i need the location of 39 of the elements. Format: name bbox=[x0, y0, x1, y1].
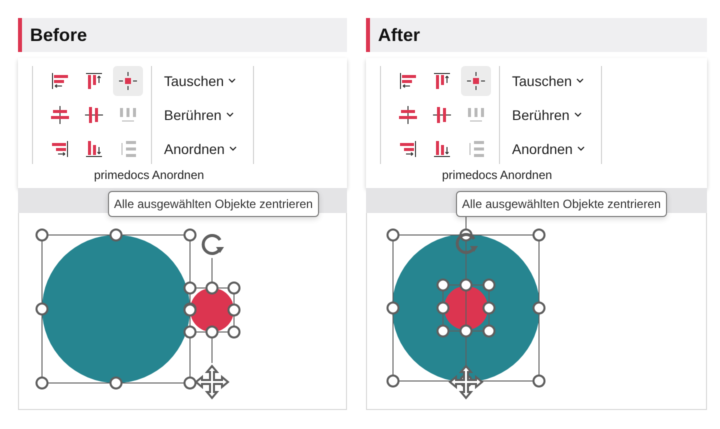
chevron-down-icon bbox=[574, 112, 582, 118]
selection-frame[interactable] bbox=[184, 282, 240, 338]
center-h-icon bbox=[398, 105, 418, 125]
dropdown-menu[interactable]: Berühren bbox=[160, 100, 241, 130]
center-v-icon bbox=[84, 105, 104, 125]
section-title: Before bbox=[30, 24, 88, 46]
align-top-icon bbox=[84, 71, 104, 91]
center-v-icon bbox=[432, 105, 452, 125]
rotate-handle-icon[interactable] bbox=[202, 234, 224, 255]
dropdown-menu[interactable]: Tauschen bbox=[508, 66, 589, 96]
center-icon bbox=[466, 71, 486, 91]
move-handle-icon[interactable] bbox=[194, 364, 230, 400]
dropdown-menu[interactable]: Anordnen bbox=[508, 134, 589, 164]
dropdown-menu[interactable]: Tauschen bbox=[160, 66, 241, 96]
chevron-down-icon bbox=[226, 112, 234, 118]
group-label: primedocs Anordnen bbox=[442, 167, 552, 184]
chevron-down-icon bbox=[576, 146, 585, 152]
align-top-icon bbox=[432, 71, 452, 91]
align-left-icon bbox=[50, 71, 70, 91]
group-label: primedocs Anordnen bbox=[94, 167, 204, 184]
dropdown-menu[interactable]: Anordnen bbox=[160, 134, 241, 164]
chevron-down-icon bbox=[576, 78, 584, 84]
rotate-handle-icon[interactable] bbox=[456, 233, 478, 254]
section-title: After bbox=[378, 24, 420, 46]
chevron-down-icon bbox=[228, 78, 236, 84]
align-left-icon bbox=[398, 71, 418, 91]
chevron-down-icon bbox=[228, 146, 237, 152]
center-h-icon bbox=[50, 105, 70, 125]
selection-frame[interactable] bbox=[436, 278, 496, 338]
tooltip: Alle ausgewählten Objekte zentrieren bbox=[108, 191, 319, 217]
move-handle-icon[interactable] bbox=[448, 364, 484, 400]
align-right-icon bbox=[398, 139, 418, 159]
align-bottom-icon bbox=[432, 139, 452, 159]
center-icon bbox=[118, 71, 138, 91]
align-bottom-icon bbox=[84, 139, 104, 159]
align-right-icon bbox=[50, 139, 70, 159]
dropdown-menu[interactable]: Berühren bbox=[508, 100, 589, 130]
tooltip: Alle ausgewählten Objekte zentrieren bbox=[456, 191, 667, 217]
selection-frame[interactable] bbox=[36, 228, 196, 390]
